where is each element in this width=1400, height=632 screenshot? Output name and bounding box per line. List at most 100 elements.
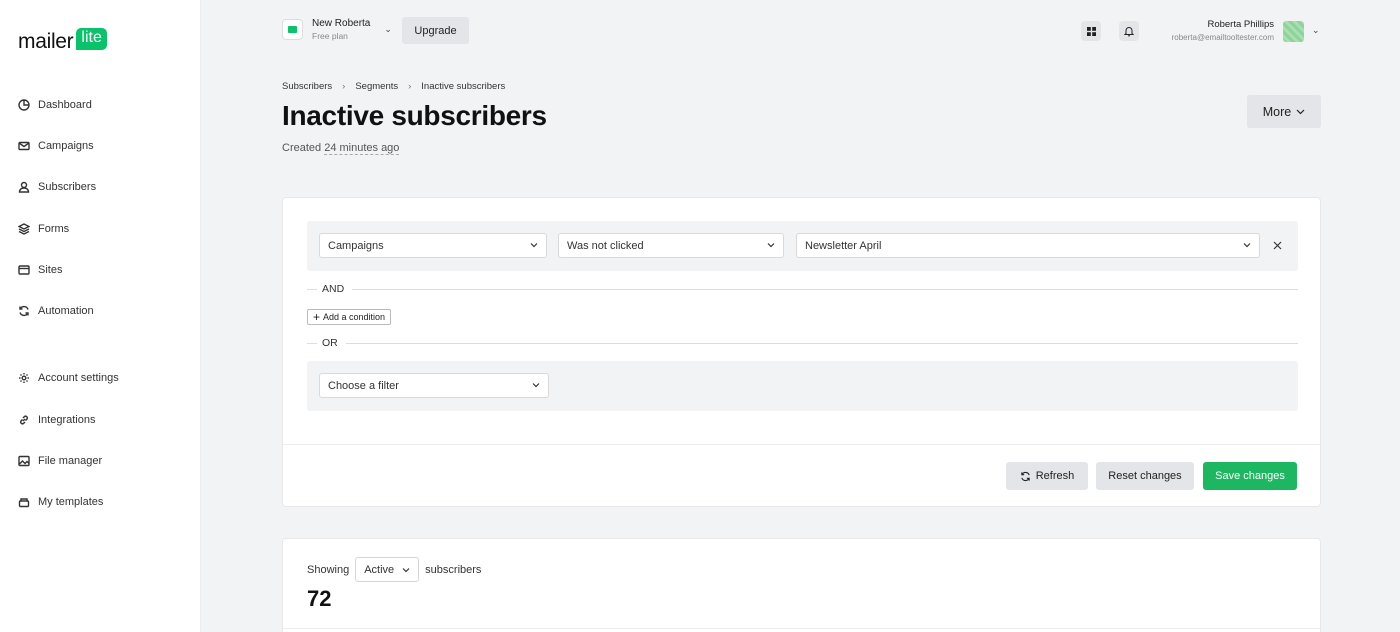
account-flag-icon (282, 19, 303, 40)
chevron-down-icon (530, 243, 538, 248)
reset-changes-button[interactable]: Reset changes (1096, 462, 1194, 490)
sidebar-item-label: Account settings (38, 372, 119, 385)
chevron-right-icon: › (408, 81, 412, 92)
page-title: Inactive subscribers (282, 100, 547, 131)
bell-icon[interactable] (1119, 21, 1139, 41)
card-divider (283, 444, 1320, 445)
chevron-right-icon: › (342, 81, 346, 92)
condition-field-select[interactable]: Campaigns (319, 233, 547, 258)
breadcrumb-item-subscribers[interactable]: Subscribers (282, 81, 332, 92)
chevron-down-icon (767, 243, 775, 248)
refresh-icon (1021, 471, 1030, 481)
sidebar-item-forms[interactable]: Forms (0, 208, 200, 249)
gear-icon (19, 373, 29, 384)
breadcrumb-item-current: Inactive subscribers (421, 81, 506, 92)
save-changes-button[interactable]: Save changes (1203, 462, 1297, 490)
mail-icon (18, 141, 30, 151)
link-icon (20, 415, 28, 425)
choose-filter-select[interactable]: Choose a filter (319, 373, 549, 398)
sidebar-item-label: Subscribers (38, 181, 97, 194)
sidebar-item-sites[interactable]: Sites (0, 249, 200, 290)
refresh-button[interactable]: Refresh (1006, 462, 1088, 490)
subscribers-suffix: subscribers (425, 563, 482, 576)
user-email: roberta@emailtooltester.com (1171, 33, 1274, 42)
sidebar-item-my-templates[interactable]: My templates (0, 482, 200, 523)
condition-value-select[interactable]: Newsletter April (796, 233, 1260, 258)
chevron-down-icon[interactable]: ⌄ (1312, 25, 1320, 36)
plus-icon: + (313, 310, 321, 324)
account-name: New Roberta (312, 18, 371, 29)
created-prefix: Created (282, 142, 322, 154)
image-icon (18, 455, 30, 467)
chevron-down-icon (1243, 243, 1251, 248)
sidebar-item-file-manager[interactable]: File manager (0, 440, 200, 481)
layers-icon (18, 222, 30, 235)
condition-operator-value: Was not clicked (567, 239, 644, 252)
sidebar-item-label: File manager (38, 455, 103, 468)
breadcrumb: Subscribers › Segments › Inactive subscr… (282, 81, 505, 92)
status-value: Active (364, 563, 395, 576)
or-divider: OR (307, 337, 1298, 349)
pie-chart-icon (18, 98, 30, 111)
sidebar-item-label: Forms (38, 222, 70, 235)
sidebar-item-label: Sites (38, 263, 63, 276)
sidebar-item-label: Integrations (38, 413, 96, 426)
add-condition-label: Add a condition (323, 312, 386, 322)
showing-label: Showing (307, 563, 350, 576)
and-divider: AND (307, 283, 1298, 295)
and-label: AND (322, 283, 345, 295)
segment-filter-card: Campaigns Was not clicked Newsletter Apr… (282, 197, 1321, 507)
status-select[interactable]: Active (355, 557, 420, 582)
sidebar-nav: Dashboard Campaigns Subscribers Forms Si… (0, 84, 200, 523)
created-info: Created 24 minutes ago (282, 142, 400, 155)
refresh-icon (19, 306, 29, 317)
grid-glyph (1086, 26, 1096, 36)
or-condition-group: Choose a filter (307, 361, 1298, 411)
condition-group: Campaigns Was not clicked Newsletter Apr… (307, 221, 1298, 271)
mailerlite-logo[interactable]: mailer lite (18, 28, 107, 54)
more-button[interactable]: More (1247, 95, 1321, 128)
or-label: OR (322, 337, 338, 349)
chevron-down-icon (1296, 109, 1305, 114)
more-label: More (1262, 104, 1292, 119)
add-condition-button[interactable]: + Add a condition (307, 309, 392, 325)
choose-filter-placeholder: Choose a filter (328, 379, 399, 392)
close-icon[interactable] (1273, 241, 1282, 250)
refresh-label: Refresh (1035, 470, 1075, 482)
created-time: 24 minutes ago (324, 142, 400, 155)
sidebar-item-integrations[interactable]: Integrations (0, 399, 200, 440)
showing-row: Showing Active subscribers (307, 557, 481, 582)
logo-text: mailer (18, 30, 74, 53)
sidebar-item-subscribers[interactable]: Subscribers (0, 167, 200, 208)
account-switcher[interactable]: New Roberta Free plan ⌄ (282, 18, 392, 41)
breadcrumb-item-segments[interactable]: Segments (355, 81, 398, 92)
chevron-down-icon (532, 383, 540, 388)
chevron-down-icon: ⌄ (384, 24, 392, 34)
apps-grid-icon[interactable] (1081, 21, 1101, 41)
bell-glyph (1124, 26, 1134, 36)
user-name: Roberta Phillips (1207, 19, 1274, 30)
sidebar-item-label: My templates (38, 496, 104, 509)
subscribers-summary-card: Showing Active subscribers 72 (282, 538, 1321, 632)
logo-badge: lite (76, 28, 107, 50)
sidebar-item-label: Dashboard (38, 98, 92, 111)
condition-value: Newsletter April (805, 239, 882, 252)
condition-operator-select[interactable]: Was not clicked (558, 233, 784, 258)
sidebar-item-campaigns[interactable]: Campaigns (0, 125, 200, 166)
browser-icon (18, 265, 30, 275)
upgrade-button[interactable]: Upgrade (402, 17, 469, 44)
sidebar-item-label: Automation (38, 305, 94, 318)
chevron-down-icon (402, 567, 410, 572)
sidebar-item-account-settings[interactable]: Account settings (0, 358, 200, 399)
sidebar-item-dashboard[interactable]: Dashboard (0, 84, 200, 125)
sidebar: mailer lite Dashboard Campaigns Subscrib… (0, 0, 201, 632)
condition-field-value: Campaigns (328, 239, 384, 252)
sidebar-item-automation[interactable]: Automation (0, 290, 200, 331)
sidebar-item-label: Campaigns (38, 139, 94, 152)
account-plan: Free plan (312, 31, 348, 41)
user-menu[interactable]: Roberta Phillips roberta@emailtooltester… (1172, 19, 1274, 42)
user-icon (18, 182, 30, 193)
card-divider (283, 628, 1320, 629)
avatar[interactable] (1283, 21, 1304, 42)
